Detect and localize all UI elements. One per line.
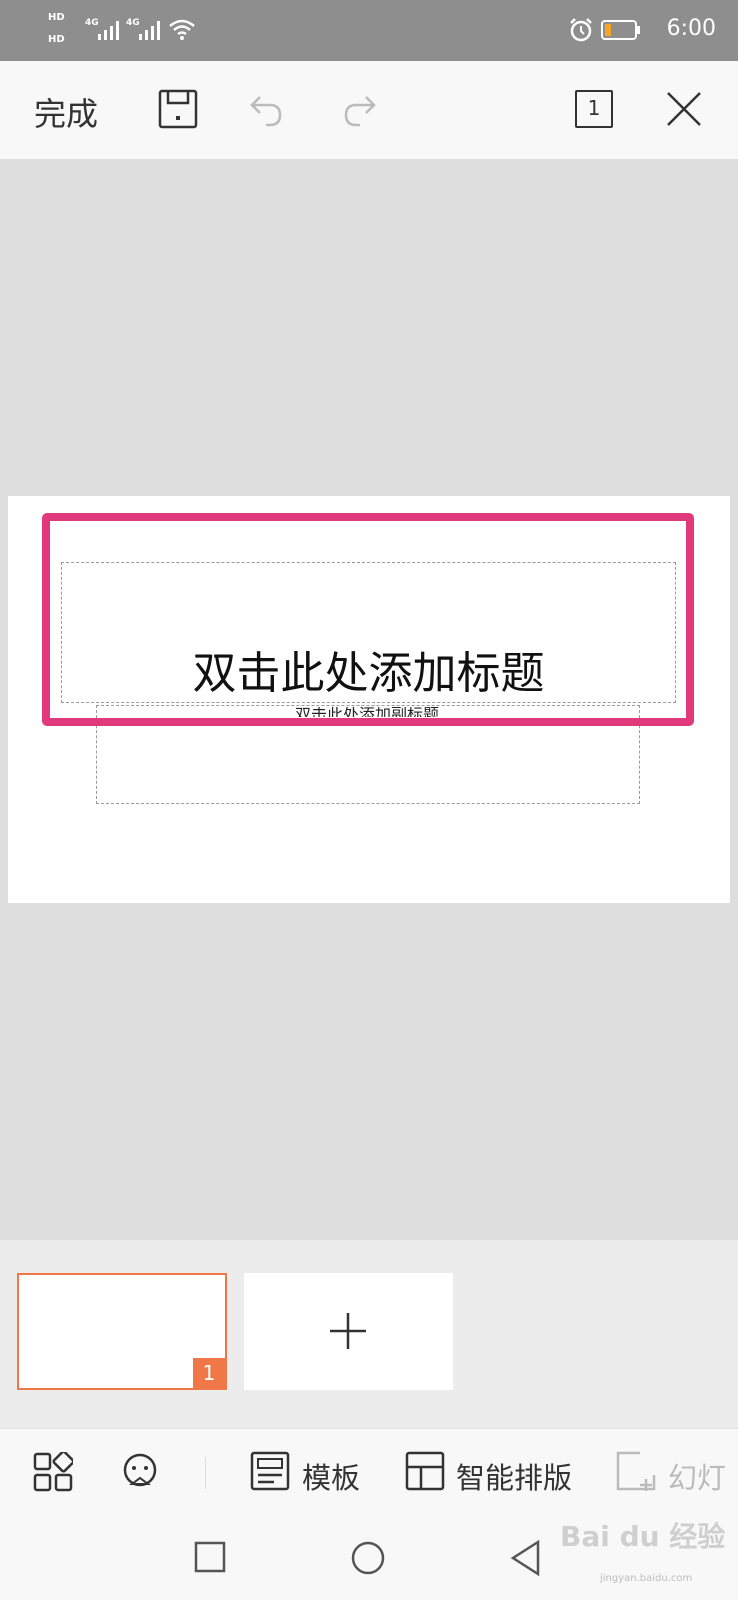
hd-indicator-2: HD [48,34,65,45]
slide-thumbnail-strip: 1 [0,1240,738,1428]
status-bar: HD HD 4G 4G 6:00 [0,0,738,61]
hd-indicator-1: HD [48,12,65,23]
undo-icon[interactable] [248,89,288,129]
watermark-logo: Bai du 经验 [560,1520,726,1553]
status-time: 6:00 [666,16,716,41]
new-slide-icon[interactable] [616,1451,658,1493]
done-button[interactable]: 完成 [34,89,98,135]
layout-icon[interactable] [405,1451,445,1491]
page-indicator: 1 [587,96,601,120]
redo-icon[interactable] [338,89,378,129]
add-slide-button[interactable] [244,1273,453,1390]
slide[interactable]: 双击此处添加副标题 双击此处添加标题 [8,496,730,903]
recent-apps-icon[interactable] [194,1541,228,1575]
smart-layout-button[interactable]: 智能排版 [456,1455,572,1497]
alarm-icon [570,18,592,42]
back-icon[interactable] [508,1539,544,1577]
page-count-icon[interactable]: 1 [575,90,613,128]
editor-toolbar: 完成 1 [0,61,738,159]
new-slide-button[interactable]: 幻灯 [668,1455,726,1497]
grid-icon[interactable] [33,1452,73,1492]
signal-icon-2 [139,21,160,40]
face-icon[interactable] [120,1452,160,1492]
bottom-toolbar: 模板 智能排版 幻灯 [0,1428,738,1516]
slide-canvas[interactable]: 双击此处添加副标题 双击此处添加标题 [0,159,738,1240]
wifi-icon [169,19,195,40]
slide-thumbnail[interactable]: 1 [17,1273,227,1390]
save-icon[interactable] [158,89,198,129]
watermark-url: jingyan.baidu.com [600,1573,693,1584]
close-icon[interactable] [664,89,704,129]
battery-icon [601,20,640,40]
toolbar-divider [205,1457,206,1489]
home-icon[interactable] [350,1540,386,1576]
template-button[interactable]: 模板 [302,1455,360,1497]
template-icon[interactable] [250,1451,290,1491]
slide-number-badge: 1 [193,1358,225,1388]
highlight-box [42,513,694,726]
plus-icon [330,1313,366,1349]
signal-icon [98,21,119,40]
